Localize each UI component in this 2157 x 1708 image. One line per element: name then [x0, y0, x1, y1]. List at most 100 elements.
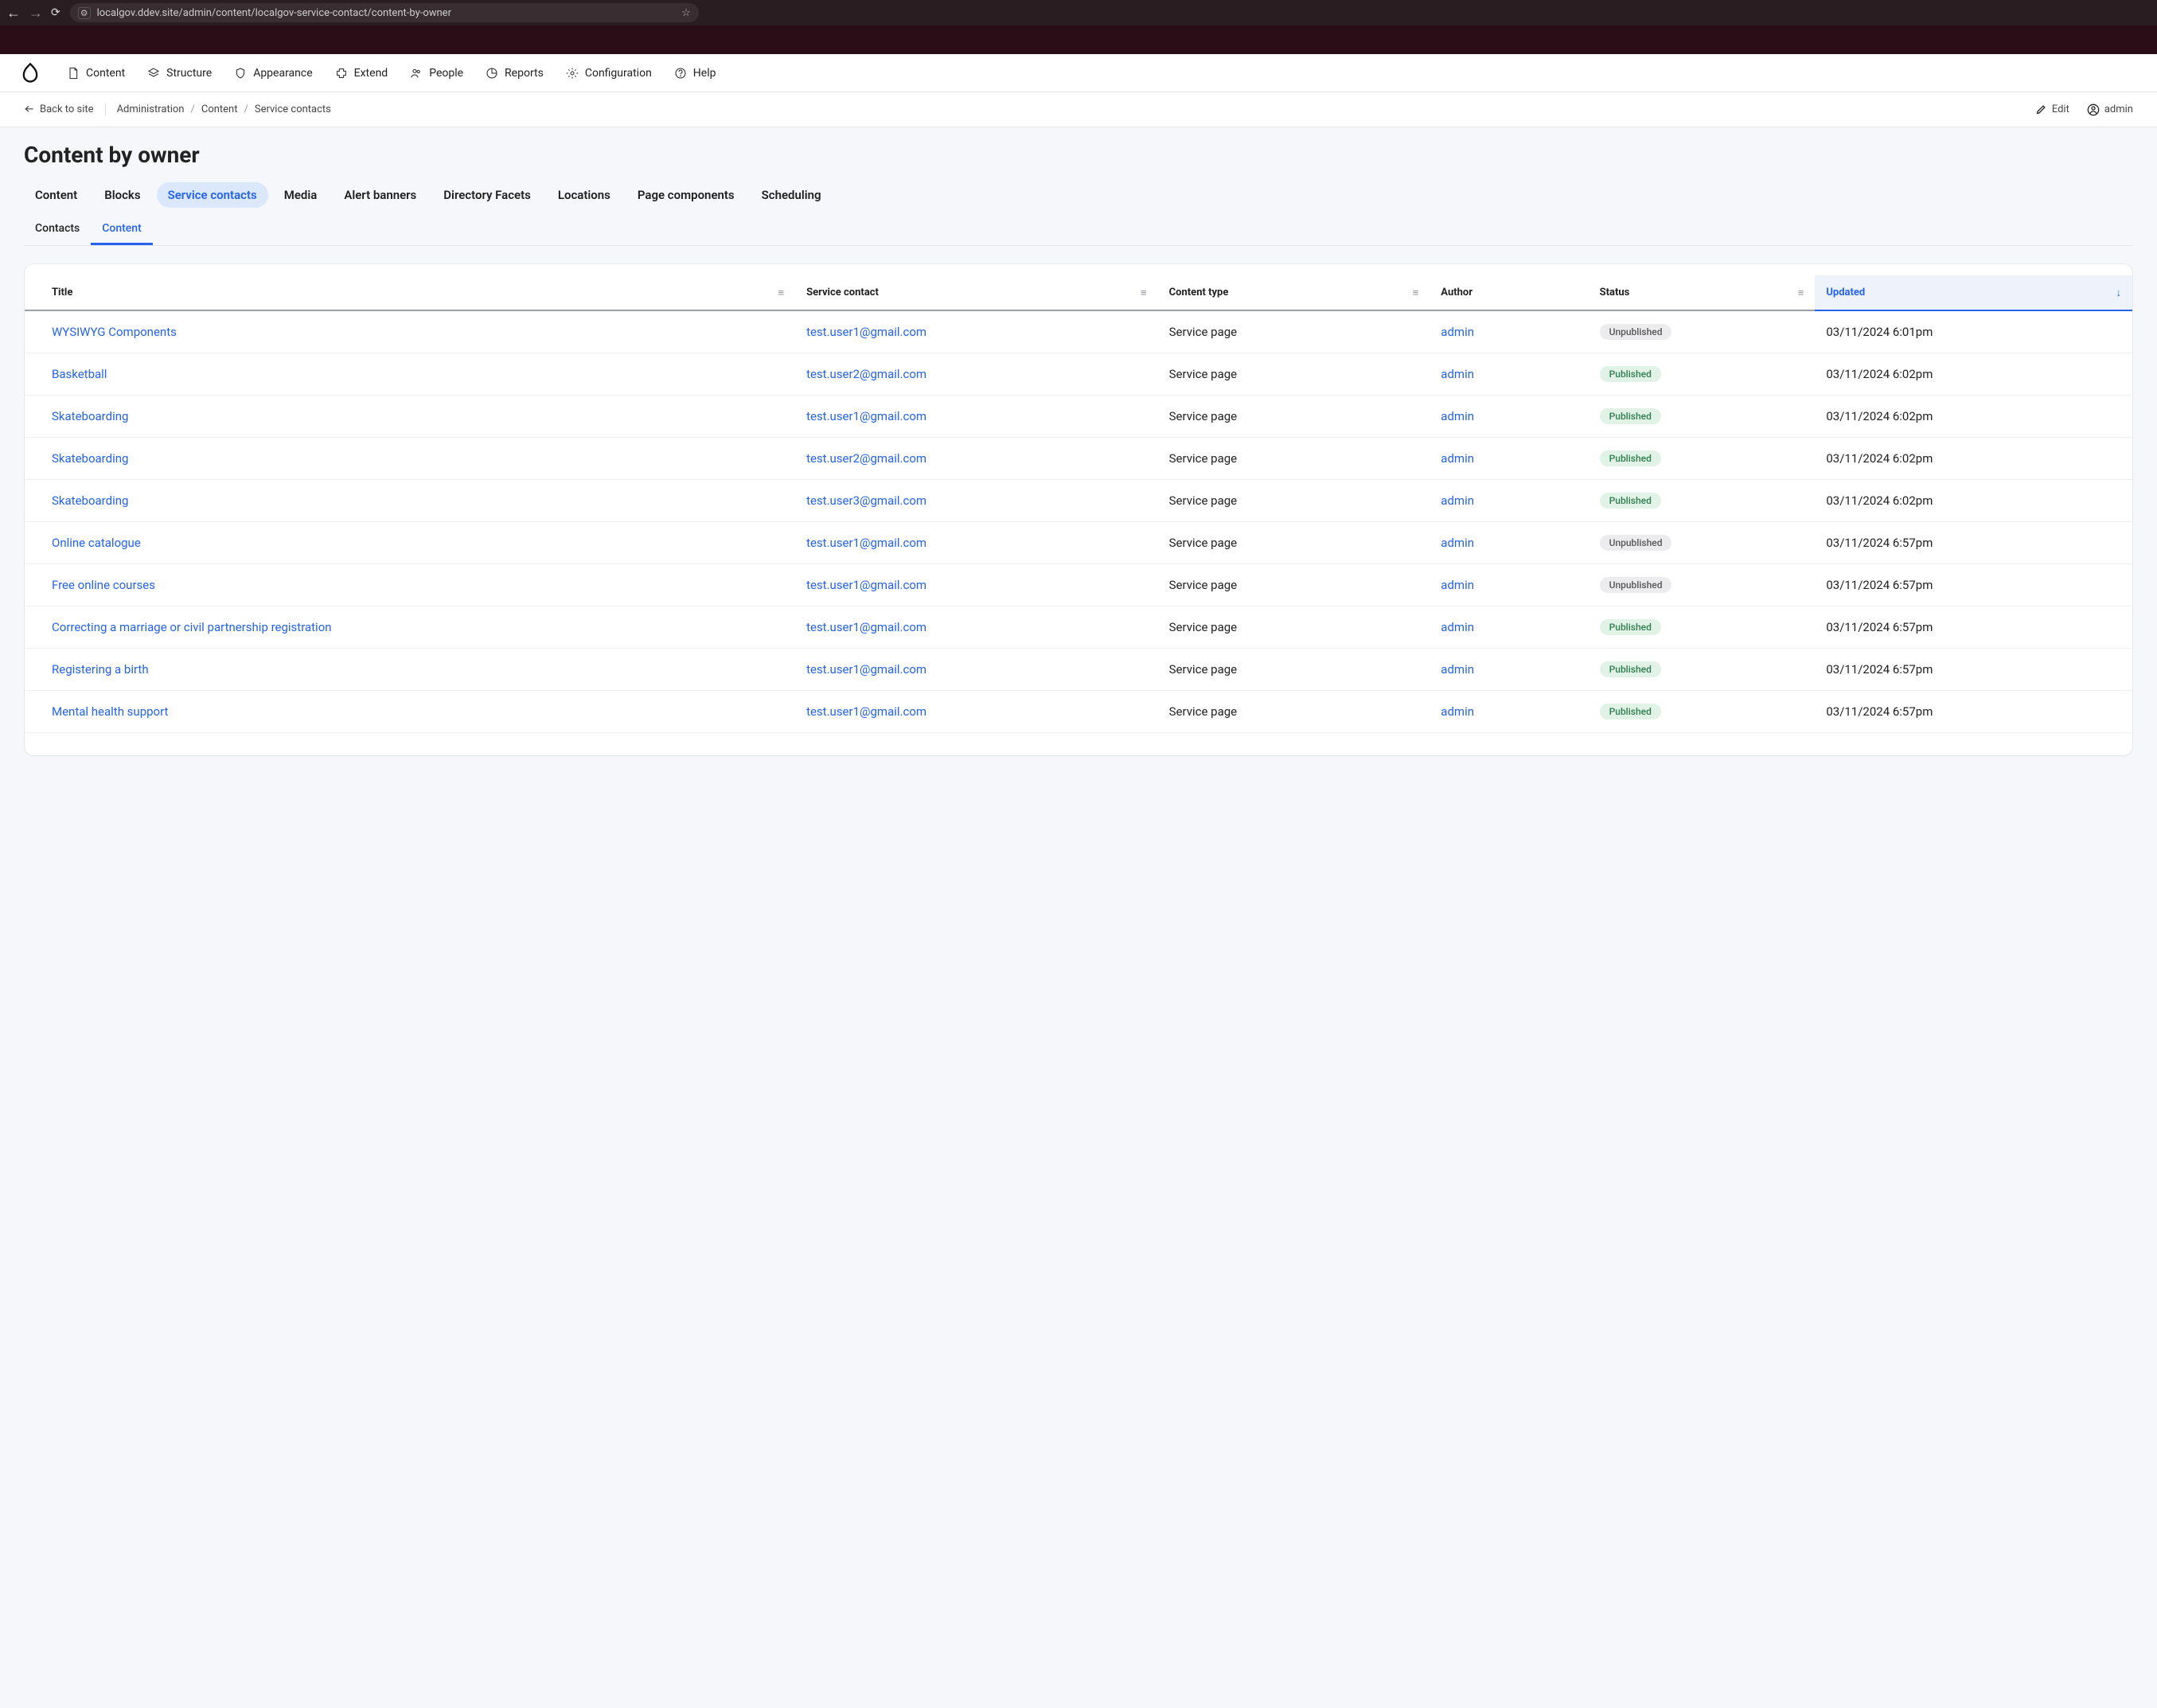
puzzle-icon — [335, 67, 348, 80]
breadcrumb-item[interactable]: Service contacts — [255, 103, 331, 115]
chart-icon — [486, 67, 498, 80]
content-card: Title ≡ Service contact≡Content type≡Autho… — [24, 263, 2133, 756]
contact-link[interactable]: test.user1@gmail.com — [806, 662, 926, 677]
column-header[interactable]: Status≡ — [1589, 275, 1816, 310]
secondary-tabs: ContactsContent — [24, 214, 2133, 246]
browser-back-icon[interactable]: ← — [6, 5, 21, 21]
title-link[interactable]: Skateboarding — [52, 451, 128, 466]
primary-tab[interactable]: Scheduling — [751, 182, 833, 208]
status-badge: Unpublished — [1600, 535, 1672, 551]
primary-tab[interactable]: Media — [273, 182, 329, 208]
toolbar-configuration[interactable]: Configuration — [555, 54, 663, 92]
edit-label: Edit — [2052, 103, 2069, 115]
secondary-tab[interactable]: Content — [91, 214, 153, 245]
contact-link[interactable]: test.user1@gmail.com — [806, 620, 926, 634]
toolbar-reports[interactable]: Reports — [474, 54, 555, 92]
author-link[interactable]: admin — [1441, 409, 1474, 423]
contact-link[interactable]: test.user1@gmail.com — [806, 704, 926, 719]
updated-time: 03/11/2024 6:02pm — [1815, 438, 2132, 480]
author-link[interactable]: admin — [1441, 451, 1474, 466]
updated-time: 03/11/2024 6:57pm — [1815, 606, 2132, 649]
site-settings-icon[interactable]: ⚙ — [78, 7, 91, 19]
toolbar-structure[interactable]: Structure — [136, 54, 223, 92]
author-link[interactable]: admin — [1441, 620, 1474, 634]
back-to-site[interactable]: Back to site — [24, 103, 106, 115]
gear-icon — [566, 67, 579, 80]
updated-time: 03/11/2024 6:02pm — [1815, 480, 2132, 522]
title-link[interactable]: Basketball — [52, 367, 107, 381]
author-link[interactable]: admin — [1441, 493, 1474, 508]
url-bar[interactable]: ⚙ localgov.ddev.site/admin/content/local… — [70, 3, 699, 22]
author-link[interactable]: admin — [1441, 662, 1474, 677]
primary-tab[interactable]: Alert banners — [333, 182, 427, 208]
primary-tab[interactable]: Page components — [626, 182, 746, 208]
secondary-tab[interactable]: Contacts — [24, 214, 91, 245]
contact-link[interactable]: test.user1@gmail.com — [806, 578, 926, 592]
primary-tab[interactable]: Service contacts — [157, 182, 268, 208]
back-arrow-icon — [24, 104, 35, 115]
toolbar-appearance-label: Appearance — [253, 67, 312, 80]
content-type: Service page — [1158, 438, 1430, 480]
column-header-label: Updated — [1826, 287, 1865, 298]
primary-tab[interactable]: Content — [24, 182, 88, 208]
column-header[interactable]: Content type≡ — [1158, 275, 1430, 310]
toolbar-configuration-label: Configuration — [585, 67, 652, 80]
author-link[interactable]: admin — [1441, 325, 1474, 339]
toolbar-help[interactable]: Help — [663, 54, 727, 92]
browser-reload-icon[interactable]: ⟳ — [51, 6, 60, 19]
title-link[interactable]: Skateboarding — [52, 493, 128, 508]
column-header[interactable]: Service contact≡ — [795, 275, 1158, 310]
toolbar-structure-label: Structure — [166, 67, 212, 80]
breadcrumb-item[interactable]: Administration — [117, 103, 185, 115]
updated-time: 03/11/2024 6:57pm — [1815, 691, 2132, 733]
title-link[interactable]: Skateboarding — [52, 409, 128, 423]
content-type: Service page — [1158, 353, 1430, 396]
toolbar-people[interactable]: People — [399, 54, 474, 92]
status-badge: Published — [1600, 704, 1661, 719]
author-link[interactable]: admin — [1441, 704, 1474, 719]
title-link[interactable]: WYSIWYG Components — [52, 325, 177, 339]
breadcrumb-separator: / — [244, 103, 248, 115]
status-badge: Published — [1600, 619, 1661, 635]
column-header[interactable]: Title ≡ — [25, 275, 795, 310]
column-header[interactable]: Updated↓ — [1815, 275, 2132, 310]
author-link[interactable]: admin — [1441, 578, 1474, 592]
user-menu[interactable]: admin — [2087, 103, 2133, 116]
table-row: Skateboarding test.user2@gmail.com Service… — [25, 438, 2132, 480]
contact-link[interactable]: test.user1@gmail.com — [806, 409, 926, 423]
toolbar-extend[interactable]: Extend — [324, 54, 400, 92]
content-type: Service page — [1158, 396, 1430, 438]
updated-time: 03/11/2024 6:57pm — [1815, 522, 2132, 564]
content-type: Service page — [1158, 310, 1430, 353]
toolbar-appearance[interactable]: Appearance — [223, 54, 323, 92]
author-link[interactable]: admin — [1441, 367, 1474, 381]
contact-link[interactable]: test.user3@gmail.com — [806, 493, 926, 508]
title-link[interactable]: Correcting a marriage or civil partnersh… — [52, 620, 332, 634]
title-link[interactable]: Free online courses — [52, 578, 155, 592]
contact-link[interactable]: test.user1@gmail.com — [806, 325, 926, 339]
title-link[interactable]: Mental health support — [52, 704, 168, 719]
author-link[interactable]: admin — [1441, 536, 1474, 550]
status-badge: Published — [1600, 408, 1661, 424]
contact-link[interactable]: test.user1@gmail.com — [806, 536, 926, 550]
sort-icon: ≡ — [778, 287, 784, 299]
primary-tabs: ContentBlocksService contactsMediaAlert … — [24, 182, 2133, 208]
primary-tab[interactable]: Blocks — [93, 182, 151, 208]
column-header: Author — [1430, 275, 1588, 310]
browser-forward-icon[interactable]: → — [29, 5, 43, 21]
edit-button[interactable]: Edit — [2035, 103, 2069, 115]
bookmark-star-icon[interactable]: ☆ — [681, 7, 691, 19]
updated-time: 03/11/2024 6:57pm — [1815, 564, 2132, 606]
contact-link[interactable]: test.user2@gmail.com — [806, 451, 926, 466]
content-type: Service page — [1158, 649, 1430, 691]
drupal-logo-icon[interactable] — [19, 62, 41, 84]
column-header-label: Title — [52, 287, 72, 298]
contact-link[interactable]: test.user2@gmail.com — [806, 367, 926, 381]
title-link[interactable]: Online catalogue — [52, 536, 141, 550]
toolbar-content[interactable]: Content — [56, 54, 136, 92]
breadcrumb-separator: / — [190, 103, 194, 115]
primary-tab[interactable]: Locations — [547, 182, 622, 208]
breadcrumb-item[interactable]: Content — [201, 103, 238, 115]
primary-tab[interactable]: Directory Facets — [432, 182, 542, 208]
title-link[interactable]: Registering a birth — [52, 662, 149, 677]
